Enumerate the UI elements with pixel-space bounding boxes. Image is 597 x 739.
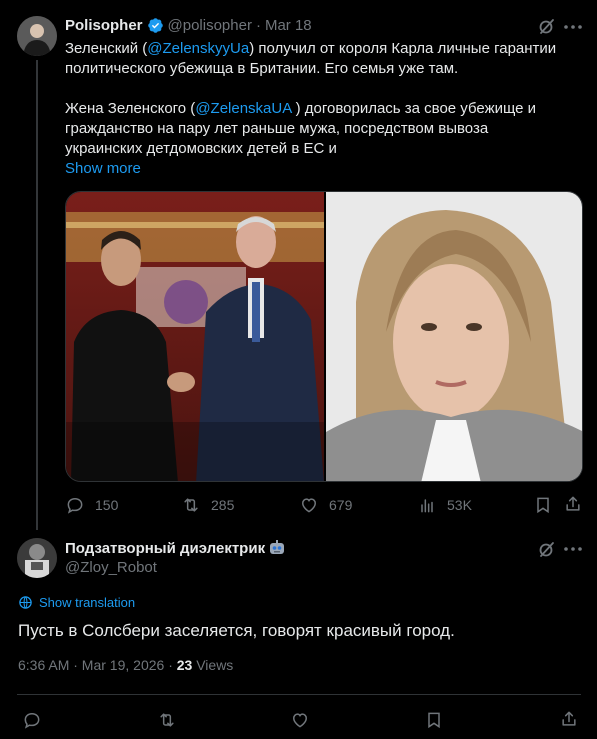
reply-icon	[24, 712, 40, 729]
reply-count: 150	[95, 497, 119, 513]
bookmark-icon[interactable]	[533, 495, 553, 515]
divider	[17, 694, 581, 695]
repost-button[interactable]: 285	[181, 495, 234, 515]
reply-button[interactable]: 150	[65, 495, 118, 515]
post-text: Зеленский (@ZelenskyyUa) получил от коро…	[65, 39, 585, 179]
reply-share-button[interactable]	[559, 709, 579, 729]
media-photo-right[interactable]	[326, 192, 582, 481]
repost-count: 285	[211, 497, 235, 513]
heart-icon	[299, 495, 319, 515]
reply-bookmark-button[interactable]	[424, 710, 444, 730]
views-count: 53K	[447, 497, 472, 513]
heart-icon	[292, 713, 308, 728]
reply-icon	[65, 495, 85, 515]
share-icon[interactable]	[563, 494, 583, 514]
grok-icon[interactable]	[537, 539, 557, 559]
repost-icon	[160, 713, 174, 727]
reply-author-avatar[interactable]	[17, 538, 57, 578]
like-count: 679	[329, 497, 353, 513]
mention-link[interactable]: @ZelenskyyUa	[147, 40, 249, 57]
reply-reply-button[interactable]	[22, 710, 42, 730]
more-options-icon[interactable]	[563, 24, 583, 30]
mention-link[interactable]: @ZelenskaUA	[195, 100, 291, 117]
reply-author-handle[interactable]: @Zloy_Robot	[65, 559, 157, 576]
dot-separator: ·	[255, 17, 261, 34]
reply-author-name[interactable]: Подзатворный диэлектрик	[65, 540, 265, 557]
robot-emoji-icon	[268, 539, 286, 557]
author-avatar[interactable]	[17, 16, 57, 56]
more-options-icon[interactable]	[563, 546, 583, 552]
like-button[interactable]: 679	[299, 495, 352, 515]
post-date[interactable]: Mar 18	[265, 17, 312, 34]
media-grid	[65, 191, 583, 482]
reply-like-button[interactable]	[290, 710, 310, 730]
repost-icon	[181, 495, 201, 515]
reply-repost-button[interactable]	[157, 710, 177, 730]
reply-timestamp: 6:36 AM · Mar 19, 2026 · 23 Views	[18, 657, 233, 673]
thread-connector-line	[36, 60, 38, 530]
translate-globe-icon	[18, 595, 33, 610]
share-icon	[562, 711, 576, 726]
verified-badge-icon	[147, 17, 164, 34]
show-more-link[interactable]: Show more	[65, 159, 585, 179]
bookmark-icon	[428, 712, 440, 729]
grok-icon[interactable]	[537, 16, 557, 36]
reply-text: Пусть в Солсбери заселяется, говорят кра…	[18, 621, 455, 640]
author-name[interactable]: Polisopher	[65, 17, 143, 34]
reply-time[interactable]: 6:36 AM · Mar 19, 2026 ·	[18, 657, 177, 673]
author-handle[interactable]: @polisopher	[168, 17, 252, 34]
views-chart-icon	[417, 495, 437, 515]
show-translation-button[interactable]: Show translation	[18, 595, 135, 610]
reply-views-label: Views	[192, 657, 234, 673]
media-photo-left[interactable]	[66, 192, 324, 481]
views-button[interactable]: 53K	[417, 495, 472, 515]
reply-views-count: 23	[176, 657, 193, 673]
